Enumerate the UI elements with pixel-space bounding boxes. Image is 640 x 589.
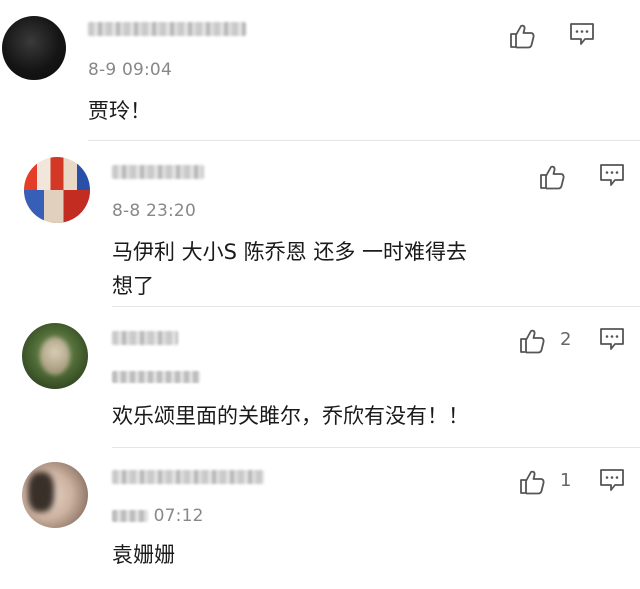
comment-item: 8-9 09:04 贾玲！: [0, 0, 640, 140]
like-count: 1: [560, 470, 572, 491]
time-text: 07:12: [153, 506, 204, 526]
comment-item: 07:12 袁姗姗 1: [0, 448, 640, 589]
thumbs-up-icon[interactable]: [518, 327, 546, 355]
comment-bubble-icon[interactable]: [598, 325, 626, 353]
comment-time: 8-8 23:20: [112, 201, 196, 221]
author-name[interactable]: [112, 470, 264, 484]
comment-text: 袁姗姗: [112, 543, 175, 567]
thumbs-up-icon[interactable]: [508, 22, 536, 50]
comment-text: 贾玲！: [88, 99, 151, 123]
avatar[interactable]: [2, 16, 66, 80]
comment-time: 8-9 09:04: [88, 60, 172, 80]
comment-bubble-icon[interactable]: [598, 161, 626, 189]
comment-text-line-2: 想了: [112, 274, 154, 298]
like-count: 2: [560, 329, 572, 350]
comment-bubble-icon[interactable]: [598, 466, 626, 494]
comment-text-line-1: 马伊利 大小S 陈乔恩 还多 一时难得去: [112, 240, 468, 264]
avatar[interactable]: [22, 462, 88, 528]
comment-bubble-icon[interactable]: [568, 20, 596, 48]
comment-time: 07:12: [112, 506, 204, 526]
avatar[interactable]: [22, 323, 88, 389]
author-name[interactable]: [88, 22, 246, 36]
thumbs-up-icon[interactable]: [538, 163, 566, 191]
comment-item: 8-8 23:20 马伊利 大小S 陈乔恩 还多 一时难得去 想了: [0, 141, 640, 306]
time-text: 8-8 23:20: [112, 201, 196, 221]
author-name[interactable]: [112, 165, 204, 179]
author-name[interactable]: [112, 331, 178, 345]
comment-item: 欢乐颂里面的关雎尔，乔欣有没有！！ 2: [0, 307, 640, 447]
comment-text: 欢乐颂里面的关雎尔，乔欣有没有！！: [112, 404, 469, 428]
avatar[interactable]: [24, 157, 90, 223]
comment-time: [112, 367, 200, 387]
time-text: 8-9 09:04: [88, 60, 172, 80]
thumbs-up-icon[interactable]: [518, 468, 546, 496]
